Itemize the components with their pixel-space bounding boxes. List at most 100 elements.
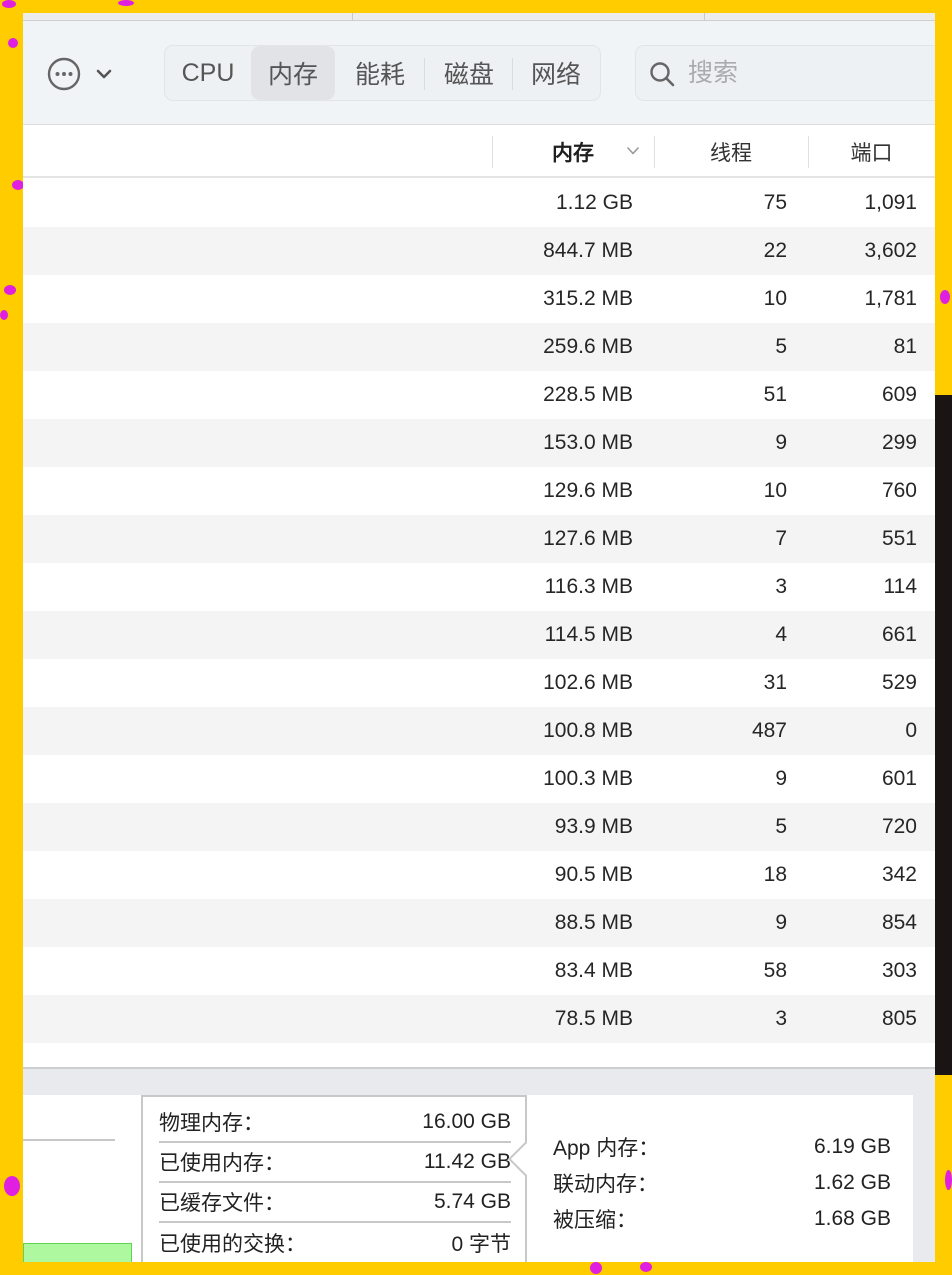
column-label: 线程	[710, 142, 752, 165]
background-dot	[8, 38, 18, 48]
tab-disk[interactable]: 磁盘	[425, 46, 513, 100]
stat-label: 已缓存文件：	[159, 1192, 285, 1215]
memory-cell: 127.6 MB	[543, 527, 633, 550]
column-separator	[808, 136, 809, 168]
table-row[interactable]: 102.6 MB 31 529	[23, 659, 935, 707]
threads-cell: 10	[763, 287, 787, 310]
table-row[interactable]: 88.5 MB 9 854	[23, 899, 935, 947]
ports-cell: 342	[881, 863, 917, 886]
stat-label: 已使用的交换：	[159, 1233, 306, 1256]
title-bar	[23, 13, 935, 21]
table-row[interactable]: 129.6 MB 10 760	[23, 467, 935, 515]
threads-cell: 10	[763, 479, 787, 502]
column-separator	[654, 136, 655, 168]
memory-cell: 100.3 MB	[543, 767, 633, 790]
table-row[interactable]: 78.5 MB 3 805	[23, 995, 935, 1043]
more-options-dropdown[interactable]	[95, 65, 113, 83]
background-dot	[945, 1170, 952, 1190]
table-row[interactable]: 90.5 MB 18 342	[23, 851, 935, 899]
background-dot	[0, 310, 8, 320]
tab-memory[interactable]: 内存	[251, 46, 335, 100]
memory-pressure-bar	[23, 1243, 132, 1262]
tab-label: CPU	[181, 58, 235, 87]
ports-cell: 0	[905, 719, 917, 742]
more-options-button[interactable]	[47, 57, 81, 91]
ports-cell: 601	[881, 767, 917, 790]
column-separator	[492, 136, 493, 168]
memory-cell: 90.5 MB	[554, 863, 633, 886]
memory-cell: 259.6 MB	[543, 335, 633, 358]
background-dot	[4, 1176, 20, 1196]
threads-cell: 9	[775, 431, 787, 454]
title-separator	[704, 13, 705, 21]
table-row[interactable]: 228.5 MB 51 609	[23, 371, 935, 419]
memory-stats-pane: 物理内存： 16.00 GB 已使用内存： 11.42 GB 已缓存文件： 5.…	[141, 1095, 913, 1262]
ports-cell: 299	[881, 431, 917, 454]
chevron-down-icon	[96, 69, 112, 79]
table-row[interactable]: 116.3 MB 3 114	[23, 563, 935, 611]
stat-value: 6.19 GB	[813, 1135, 891, 1158]
process-table: 1.12 GB 75 1,091 844.7 MB 22 3,602 315.2 MB 1…	[23, 179, 935, 1043]
table-row[interactable]: 315.2 MB 10 1,781	[23, 275, 935, 323]
tab-label: 内存	[267, 61, 318, 89]
memory-summary-footer: 物理内存： 16.00 GB 已使用内存： 11.42 GB 已缓存文件： 5.…	[23, 1067, 935, 1262]
memory-cell: 88.5 MB	[554, 911, 633, 934]
column-header-memory[interactable]: 内存	[492, 126, 654, 178]
stat-app-memory: App 内存： 6.19 GB	[553, 1129, 891, 1165]
threads-cell: 5	[775, 335, 787, 358]
tab-energy[interactable]: 能耗	[335, 46, 425, 100]
ports-cell: 805	[881, 1007, 917, 1030]
memory-cell: 116.3 MB	[544, 575, 633, 598]
pressure-divider	[23, 1139, 115, 1141]
table-row[interactable]: 114.5 MB 4 661	[23, 611, 935, 659]
stat-used-memory: 已使用内存： 11.42 GB	[159, 1143, 511, 1183]
background-dot	[590, 1262, 602, 1274]
threads-cell: 18	[763, 863, 787, 886]
tab-network[interactable]: 网络	[513, 46, 599, 100]
column-header-ports[interactable]: 端口	[808, 126, 935, 178]
stat-value: 11.42 GB	[423, 1150, 511, 1173]
ports-cell: 720	[881, 815, 917, 838]
table-row[interactable]: 100.8 MB 487 0	[23, 707, 935, 755]
table-row[interactable]: 127.6 MB 7 551	[23, 515, 935, 563]
tab-cpu[interactable]: CPU	[165, 46, 251, 100]
background-dot	[940, 290, 950, 304]
memory-cell: 83.4 MB	[554, 959, 633, 982]
table-row[interactable]: 100.3 MB 9 601	[23, 755, 935, 803]
search-field[interactable]	[635, 45, 935, 101]
ports-cell: 854	[881, 911, 917, 934]
stat-label: 被压缩：	[553, 1209, 637, 1232]
memory-cell: 102.6 MB	[543, 671, 633, 694]
memory-cell: 1.12 GB	[555, 191, 633, 214]
table-row[interactable]: 83.4 MB 58 303	[23, 947, 935, 995]
column-label: 端口	[850, 142, 893, 165]
table-row[interactable]: 844.7 MB 22 3,602	[23, 227, 935, 275]
memory-cell: 129.6 MB	[543, 479, 633, 502]
background-dot	[118, 0, 134, 6]
memory-cell: 114.5 MB	[544, 623, 633, 646]
memory-cell: 315.2 MB	[543, 287, 633, 310]
ports-cell: 1,781	[864, 287, 917, 310]
table-row[interactable]: 153.0 MB 9 299	[23, 419, 935, 467]
ports-cell: 3,602	[864, 239, 917, 262]
used-memory-breakdown: App 内存： 6.19 GB 联动内存： 1.62 GB 被压缩： 1.68 …	[508, 1095, 913, 1262]
stat-label: App 内存：	[553, 1137, 660, 1160]
background-dot	[2, 0, 16, 8]
table-row[interactable]: 1.12 GB 75 1,091	[23, 179, 935, 227]
memory-cell: 93.9 MB	[554, 815, 633, 838]
stat-value: 16.00 GB	[422, 1110, 511, 1133]
ports-cell: 114	[883, 575, 917, 598]
threads-cell: 487	[751, 719, 787, 742]
memory-pressure-pane	[23, 1095, 141, 1262]
table-row[interactable]: 93.9 MB 5 720	[23, 803, 935, 851]
search-input[interactable]	[688, 46, 935, 100]
threads-cell: 9	[775, 767, 787, 790]
table-row[interactable]: 259.6 MB 5 81	[23, 323, 935, 371]
ports-cell: 81	[893, 335, 917, 358]
threads-cell: 51	[763, 383, 787, 406]
stat-swap-used: 已使用的交换： 0 字节	[159, 1223, 511, 1262]
column-header-threads[interactable]: 线程	[654, 126, 808, 178]
background-dot	[640, 1262, 652, 1272]
memory-cell: 78.5 MB	[554, 1007, 633, 1030]
threads-cell: 9	[775, 911, 787, 934]
